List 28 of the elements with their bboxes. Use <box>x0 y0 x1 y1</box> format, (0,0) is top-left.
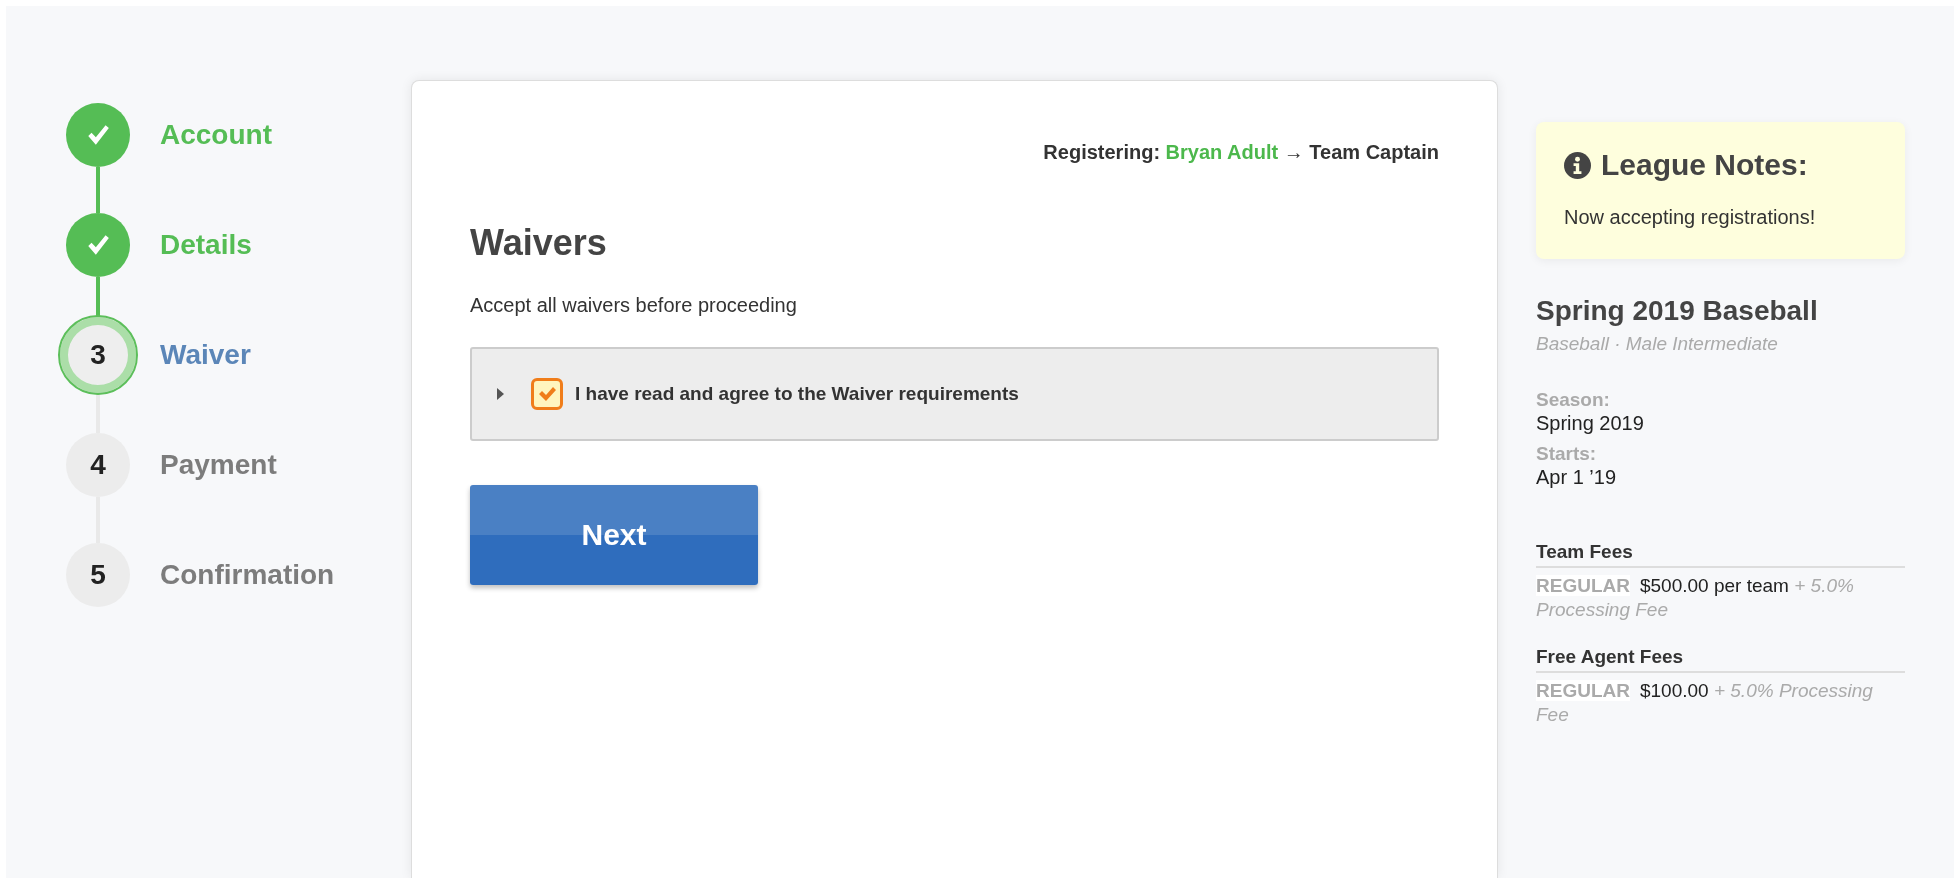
step-label: Waiver <box>160 339 251 371</box>
step-label: Confirmation <box>160 559 335 591</box>
detail-value: Apr 1 ’19 <box>1536 465 1618 489</box>
league-name: Spring 2019 Baseball <box>1536 295 1819 327</box>
caret-icon[interactable] <box>496 387 505 401</box>
registering-text: Registering: Bryan Adult → Team Captain <box>1042 141 1439 164</box>
fee-heading: Free Agent Fees <box>1536 646 1905 673</box>
detail-label: Season: <box>1536 389 1611 411</box>
league-subtitle: Baseball · Male Intermediate <box>1536 333 1779 355</box>
step-label: Payment <box>160 449 277 481</box>
page-heading: Waivers <box>470 222 608 264</box>
step-indicator: 3 <box>58 315 138 395</box>
info-icon <box>1564 151 1591 179</box>
step-label: Details <box>160 229 252 261</box>
notes-text: Now accepting registrations! <box>1564 206 1817 229</box>
fee-line: REGULAR $500.00 per team + 5.0% Processing Fee <box>1536 574 1855 622</box>
detail-label: Starts: <box>1536 443 1598 465</box>
step-indicator: 5 <box>66 543 130 607</box>
fee-heading: Team Fees <box>1536 541 1905 568</box>
waiver-checkbox[interactable] <box>531 378 563 410</box>
instructions-text: Accept all waivers before proceeding <box>470 294 798 317</box>
fee-line: REGULAR $100.00 + 5.0% Processing Fee <box>1536 679 1874 727</box>
step-indicator: 4 <box>66 433 130 497</box>
next-button[interactable]: Next <box>470 485 758 585</box>
notes-title: League Notes: <box>1601 148 1808 182</box>
detail-value: Spring 2019 <box>1536 411 1645 435</box>
step-label: Account <box>160 119 272 151</box>
waiver-label: I have read and agree to the Waiver requirements <box>575 383 1019 405</box>
